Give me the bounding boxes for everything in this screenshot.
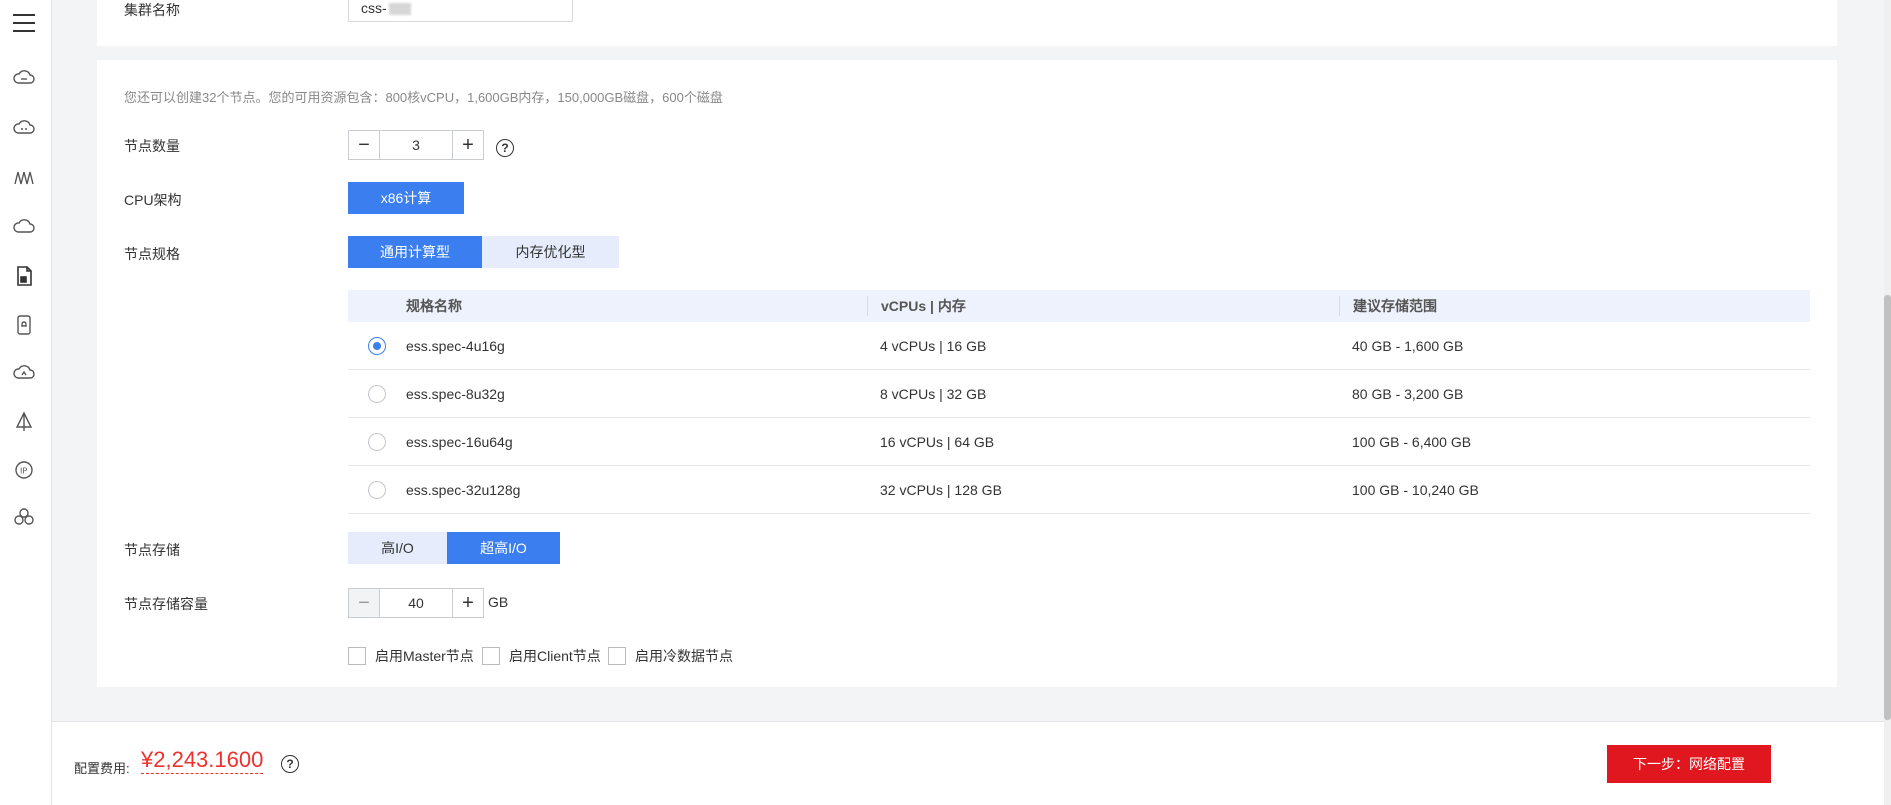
phone-icon[interactable] (12, 313, 36, 337)
fee-label: 配置费用: (74, 761, 130, 776)
document-icon[interactable] (12, 264, 36, 288)
spec-radio-selected[interactable] (368, 336, 386, 355)
spec-cpu-mem: 4 vCPUs | 16 GB (880, 337, 987, 354)
spec-name: ess.spec-32u128g (406, 481, 521, 498)
storage-capacity-stepper: − 40 + (348, 588, 484, 618)
decrement-button[interactable]: − (349, 131, 379, 159)
cpu-arch-x86-button[interactable]: x86计算 (348, 182, 464, 214)
spec-radio[interactable] (368, 480, 386, 499)
scrollbar[interactable] (1884, 0, 1891, 805)
node-config-card: 您还可以创建32个节点。您的可用资源包含：800核vCPU，1,600GB内存，… (97, 60, 1837, 687)
table-row[interactable]: ess.spec-4u16g 4 vCPUs | 16 GB 40 GB - 1… (348, 322, 1810, 370)
spec-cpu-mem: 16 vCPUs | 64 GB (880, 433, 995, 450)
node-spec-label: 节点规格 (124, 246, 180, 262)
checkbox-label: 启用冷数据节点 (635, 648, 733, 664)
left-nav-rail: IP (0, 0, 52, 805)
cluster-name-label: 集群名称 (124, 2, 180, 18)
tab-memory-optimized[interactable]: 内存优化型 (482, 236, 619, 268)
increment-button[interactable]: + (453, 131, 483, 159)
table-row[interactable]: ess.spec-8u32g 8 vCPUs | 32 GB 80 GB - 3… (348, 370, 1810, 418)
decrement-button[interactable]: − (349, 589, 379, 617)
tab-general-compute[interactable]: 通用计算型 (348, 236, 482, 268)
checkbox-box[interactable] (348, 647, 366, 665)
checkbox-box[interactable] (608, 647, 626, 665)
spec-table-header: 规格名称 vCPUs | 内存 建议存储范围 (348, 290, 1810, 322)
sail-icon[interactable] (12, 410, 36, 434)
col-vcpu-memory: vCPUs | 内存 (867, 296, 1339, 316)
node-storage-label: 节点存储 (124, 542, 180, 558)
checkbox-label: 启用Master节点 (375, 648, 474, 664)
cluster-icon[interactable] (12, 505, 36, 529)
node-count-input[interactable]: 3 (379, 131, 453, 159)
help-icon[interactable]: ? (281, 755, 299, 773)
col-spec-name: 规格名称 (406, 298, 462, 314)
col-storage-range: 建议存储范围 (1339, 296, 1810, 316)
spec-name: ess.spec-4u16g (406, 337, 505, 354)
cloud-db-icon[interactable] (12, 116, 36, 140)
storage-capacity-label: 节点存储容量 (124, 596, 208, 612)
cloud-sync-icon[interactable] (12, 361, 36, 385)
checkbox-box[interactable] (482, 647, 500, 665)
menu-icon[interactable] (13, 14, 35, 34)
spec-cpu-mem: 8 vCPUs | 32 GB (880, 385, 987, 402)
cloud-server-icon[interactable] (12, 66, 36, 90)
spec-table: 规格名称 vCPUs | 内存 建议存储范围 ess.spec-4u16g 4 … (348, 290, 1810, 514)
redacted-text (388, 3, 411, 16)
spec-cpu-mem: 32 vCPUs | 128 GB (880, 481, 1002, 498)
cluster-name-input[interactable]: css- (348, 0, 573, 22)
fee-value[interactable]: ¥2,243.1600 (141, 747, 264, 774)
resource-hint: 您还可以创建32个节点。您的可用资源包含：800核vCPU，1,600GB内存，… (124, 90, 723, 105)
next-network-config-button[interactable]: 下一步：网络配置 (1607, 745, 1771, 783)
table-row[interactable]: ess.spec-32u128g 32 vCPUs | 128 GB 100 G… (348, 466, 1810, 514)
storage-ultra-high-io-button[interactable]: 超高I/O (447, 532, 560, 564)
cluster-name-value: css- (361, 0, 387, 16)
ip-icon[interactable]: IP (12, 458, 36, 482)
storage-capacity-input[interactable]: 40 (379, 589, 453, 617)
checkbox-client-node[interactable]: 启用Client节点 (482, 646, 601, 666)
network-icon[interactable] (12, 165, 36, 189)
spec-storage: 80 GB - 3,200 GB (1352, 385, 1464, 402)
storage-high-io-button[interactable]: 高I/O (348, 532, 447, 564)
cpu-arch-label: CPU架构 (124, 192, 182, 208)
footer-bar: 配置费用: ¥2,243.1600 ? 下一步：网络配置 (52, 721, 1891, 805)
increment-button[interactable]: + (453, 589, 483, 617)
spec-storage: 100 GB - 10,240 GB (1352, 481, 1479, 498)
checkbox-label: 启用Client节点 (509, 648, 601, 664)
spec-name: ess.spec-16u64g (406, 433, 513, 450)
spec-storage: 40 GB - 1,600 GB (1352, 337, 1464, 354)
scrollbar-thumb[interactable] (1884, 295, 1891, 720)
spec-name: ess.spec-8u32g (406, 385, 505, 402)
node-count-label: 节点数量 (124, 138, 180, 154)
checkbox-cold-data-node[interactable]: 启用冷数据节点 (608, 646, 733, 666)
checkbox-master-node[interactable]: 启用Master节点 (348, 646, 474, 666)
spec-storage: 100 GB - 6,400 GB (1352, 433, 1472, 450)
cluster-name-card: 集群名称 css- (97, 0, 1837, 46)
storage-unit: GB (488, 594, 509, 610)
svg-text:IP: IP (20, 467, 27, 476)
table-row[interactable]: ess.spec-16u64g 16 vCPUs | 64 GB 100 GB … (348, 418, 1810, 466)
help-icon[interactable]: ? (496, 139, 514, 157)
spec-radio[interactable] (368, 432, 386, 451)
cloud-icon[interactable] (12, 214, 36, 238)
spec-radio[interactable] (368, 384, 386, 403)
node-count-stepper: − 3 + (348, 130, 484, 160)
